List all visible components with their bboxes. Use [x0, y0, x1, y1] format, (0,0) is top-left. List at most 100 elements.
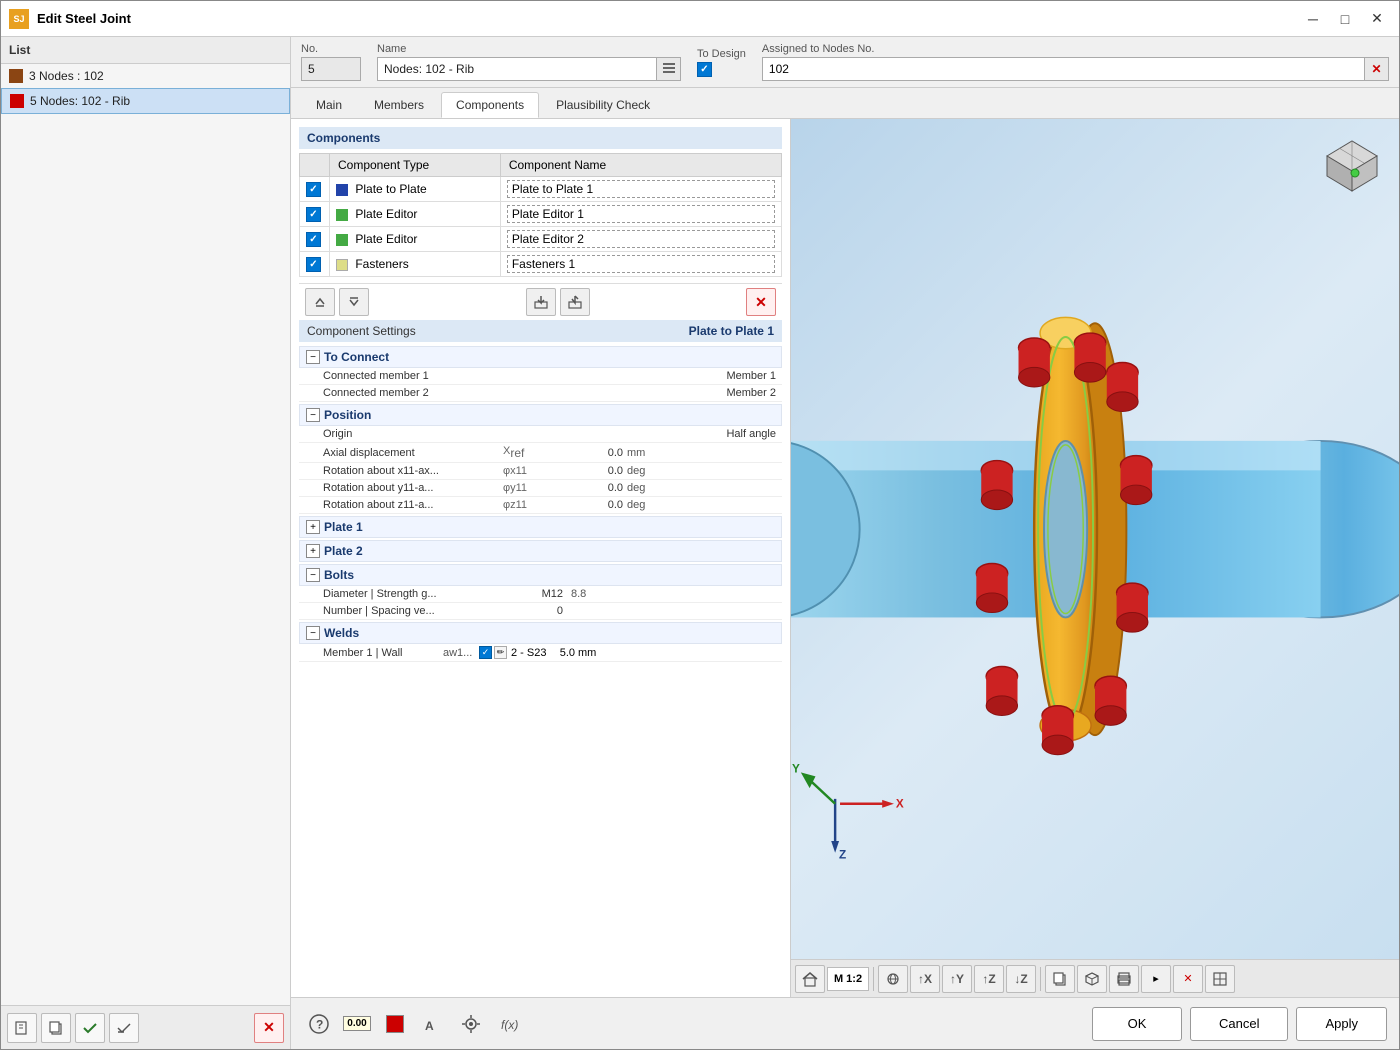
- weld-checkbox[interactable]: ✓: [479, 646, 492, 659]
- list-item-selected[interactable]: 5 Nodes: 102 - Rib: [1, 88, 290, 114]
- view-axis-x-button[interactable]: ↑X: [910, 965, 940, 993]
- minimize-button[interactable]: ─: [1299, 8, 1327, 30]
- export-button[interactable]: [560, 288, 590, 316]
- maximize-button[interactable]: □: [1331, 8, 1359, 30]
- apply-button[interactable]: Apply: [1296, 1007, 1387, 1041]
- view-print-button[interactable]: [1109, 965, 1139, 993]
- settings-button[interactable]: [109, 1013, 139, 1043]
- new-item-button[interactable]: [7, 1013, 37, 1043]
- comp-type-label: Fasteners: [355, 257, 408, 271]
- row-name-cell: [500, 177, 781, 202]
- text-button[interactable]: A: [417, 1008, 449, 1040]
- cancel-button[interactable]: Cancel: [1190, 1007, 1288, 1041]
- titlebar: SJ Edit Steel Joint ─ □ ✕: [1, 1, 1399, 37]
- tree-group-bolts: − Bolts Diameter | Strength g... M12 8.8…: [299, 564, 782, 620]
- view-perspective-button[interactable]: [878, 965, 908, 993]
- tree-expand-icon[interactable]: −: [306, 408, 320, 422]
- delete-component-button[interactable]: ✕: [746, 288, 776, 316]
- tree-row-label: Rotation about x11-ax...: [323, 465, 503, 477]
- assigned-input[interactable]: [762, 57, 1365, 81]
- comp-name-input[interactable]: [507, 180, 775, 198]
- no-group: No.: [301, 43, 361, 81]
- name-edit-button[interactable]: [657, 57, 681, 81]
- view-3d-canvas[interactable]: Z X Y: [791, 119, 1399, 959]
- row-check-cell: ✓: [300, 202, 330, 227]
- weld-sublabel: aw1...: [443, 647, 479, 659]
- color-button[interactable]: [379, 1008, 411, 1040]
- components-section-header: Components: [299, 127, 782, 149]
- view-3d-button[interactable]: [1077, 965, 1107, 993]
- view-layout-button[interactable]: [1205, 965, 1235, 993]
- row-checkbox[interactable]: ✓: [306, 232, 321, 247]
- left-panel: List 3 Nodes : 102 5 Nodes: 102 - Rib: [1, 37, 291, 1049]
- top-form: No. Name To Design ✓: [291, 37, 1399, 88]
- tab-components[interactable]: Components: [441, 92, 539, 118]
- to-design-checkbox[interactable]: ✓: [697, 62, 712, 77]
- close-button[interactable]: ✕: [1363, 8, 1391, 30]
- row-checkbox[interactable]: ✓: [306, 207, 321, 222]
- row-checkbox[interactable]: ✓: [306, 182, 321, 197]
- view-home-button[interactable]: [795, 965, 825, 993]
- view-copy-button[interactable]: [1045, 965, 1075, 993]
- comp-name-input[interactable]: [507, 205, 775, 223]
- import-button[interactable]: [526, 288, 556, 316]
- view-arrow-button[interactable]: ▸: [1141, 965, 1171, 993]
- col-name: Component Name: [500, 154, 781, 177]
- tree-group-header[interactable]: − To Connect: [299, 346, 782, 368]
- no-input[interactable]: [301, 57, 361, 81]
- weld-edit-icon[interactable]: ✏: [494, 646, 507, 659]
- tab-plausibility[interactable]: Plausibility Check: [541, 92, 665, 118]
- formula-button[interactable]: f(x): [493, 1008, 525, 1040]
- config-panel-inner: Components Component Type Component Name: [291, 119, 790, 997]
- tree-group-header[interactable]: + Plate 2: [299, 540, 782, 562]
- comp-type-label: Plate Editor: [355, 232, 417, 246]
- tree-expand-icon[interactable]: +: [306, 544, 320, 558]
- tree-group-header[interactable]: − Position: [299, 404, 782, 426]
- assigned-group: Assigned to Nodes No. ✕: [762, 43, 1389, 81]
- list-item[interactable]: 3 Nodes : 102: [1, 64, 290, 88]
- comp-type-label: Plate Editor: [355, 207, 417, 221]
- name-input[interactable]: [377, 57, 657, 81]
- comp-type-label: Plate to Plate: [355, 182, 426, 196]
- comp-color-swatch: [336, 259, 348, 271]
- tree-expand-icon[interactable]: +: [306, 520, 320, 534]
- check-button[interactable]: [75, 1013, 105, 1043]
- delete-item-button[interactable]: ✕: [254, 1013, 284, 1043]
- copy-item-button[interactable]: [41, 1013, 71, 1043]
- view-axis-y-button[interactable]: ↑Y: [942, 965, 972, 993]
- help-button[interactable]: ?: [303, 1008, 335, 1040]
- tree-expand-icon[interactable]: −: [306, 350, 320, 364]
- tab-members[interactable]: Members: [359, 92, 439, 118]
- move-up-button[interactable]: [305, 288, 335, 316]
- view-remove-button[interactable]: ✕: [1173, 965, 1203, 993]
- tree-expand-icon[interactable]: −: [306, 626, 320, 640]
- view-axis-z-button[interactable]: ↑Z: [974, 965, 1004, 993]
- navigation-cube[interactable]: [1317, 131, 1387, 201]
- move-down-button[interactable]: [339, 288, 369, 316]
- name-group: Name: [377, 43, 681, 81]
- assigned-clear-button[interactable]: ✕: [1365, 57, 1389, 81]
- view-axis-nz-button[interactable]: ↓Z: [1006, 965, 1036, 993]
- app-icon: SJ: [9, 9, 29, 29]
- tree-group-label: Plate 1: [324, 520, 363, 534]
- right-panel: No. Name To Design ✓: [291, 37, 1399, 1049]
- tree-group-header[interactable]: − Bolts: [299, 564, 782, 586]
- tree-expand-icon[interactable]: −: [306, 568, 320, 582]
- tree-row-label: Diameter | Strength g...: [323, 588, 503, 600]
- weld-thickness: 5.0: [551, 647, 575, 659]
- main-content: List 3 Nodes : 102 5 Nodes: 102 - Rib: [1, 37, 1399, 1049]
- tree-group-header[interactable]: − Welds: [299, 622, 782, 644]
- row-check-cell: ✓: [300, 177, 330, 202]
- tree-row-sublabel: φy11: [503, 482, 563, 494]
- comp-name-input[interactable]: [507, 230, 775, 248]
- comp-name-input[interactable]: [507, 255, 775, 273]
- render-button[interactable]: [455, 1008, 487, 1040]
- row-checkbox[interactable]: ✓: [306, 257, 321, 272]
- numeric-button[interactable]: 0.00: [341, 1008, 373, 1040]
- tree-group-header[interactable]: + Plate 1: [299, 516, 782, 538]
- ok-button[interactable]: OK: [1092, 1007, 1182, 1041]
- components-table: Component Type Component Name ✓: [299, 153, 782, 277]
- list-item-label: 3 Nodes : 102: [29, 69, 104, 83]
- tab-main[interactable]: Main: [301, 92, 357, 118]
- list-item-color: [9, 69, 23, 83]
